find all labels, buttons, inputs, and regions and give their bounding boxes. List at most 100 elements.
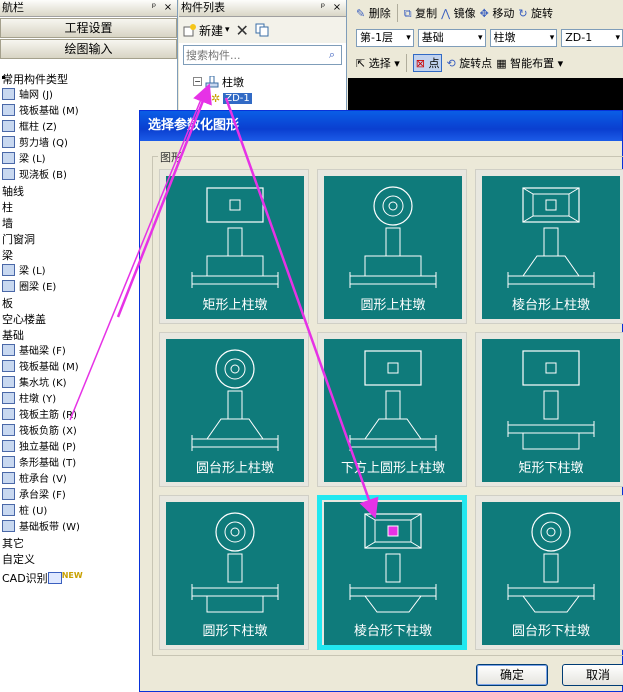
- tree-child-label: ZD-1: [223, 93, 252, 104]
- search-box: ⌕: [183, 45, 342, 65]
- component-icon: [2, 488, 15, 500]
- nav-item-label: 圈梁 (E): [19, 282, 57, 293]
- component-icon: [2, 104, 15, 116]
- shape-tile-body: 圆形上柱墩: [324, 176, 462, 319]
- select-shape-dialog: 选择参数化图形 矩形上柱墩 圆形上柱墩 棱台形上柱墩 圆台形上柱墩 下方上圆形上柱墩 矩形…: [139, 110, 623, 692]
- nav-item-label: 独立基础 (P): [19, 442, 77, 453]
- shape-group: 矩形上柱墩 圆形上柱墩 棱台形上柱墩圆台形上柱墩 下方上圆形上柱墩 矩形下柱墩圆形下柱墩…: [152, 156, 623, 656]
- nav-item-label: 柱墩 (Y): [19, 394, 57, 405]
- delete-label: 删除: [368, 6, 391, 20]
- copy-tool[interactable]: ⧉ 复制: [404, 5, 437, 21]
- nav-item-label: 筏板主筋 (R): [19, 410, 77, 421]
- comp-title: 构件列表: [181, 1, 225, 14]
- nav-item-label: 筏板基础 (M): [19, 106, 79, 117]
- toolbar-row-selectors: 第-1层 基础 柱墩 ZD-1: [348, 25, 623, 50]
- smart-layout-tool[interactable]: ▦ 智能布置 ▾: [496, 55, 563, 71]
- point-tool[interactable]: ⊠ 点: [412, 53, 443, 72]
- move-tool[interactable]: ✥ 移动: [480, 5, 515, 21]
- close-icon[interactable]: ×: [161, 0, 175, 16]
- shape-tile[interactable]: 棱台形上柱墩: [475, 169, 623, 324]
- shape-tile[interactable]: 下方上圆形上柱墩: [317, 332, 467, 487]
- nav-title: 航栏: [2, 1, 24, 14]
- nav-category[interactable]: 常用构件类型: [0, 72, 178, 88]
- shape-tile-body: 圆形下柱墩: [166, 502, 304, 645]
- component-icon: [2, 392, 15, 404]
- separator: [405, 53, 407, 72]
- toolbar-row-edit: ✎ 删除 ⧉ 复制 ⋀ 镜像 ✥ 移动 ↻ 旋转: [348, 0, 623, 25]
- copy-icon[interactable]: [255, 23, 269, 37]
- shape-tile[interactable]: 矩形上柱墩: [159, 169, 309, 324]
- nav-category-label: 板: [2, 297, 13, 310]
- delete-tool[interactable]: ✎ 删除: [356, 5, 391, 21]
- mirror-icon: ⋀: [441, 6, 451, 20]
- collapse-icon[interactable]: −: [193, 77, 202, 86]
- shape-label: 棱台形上柱墩: [511, 298, 590, 313]
- component-icon: [2, 280, 15, 292]
- component-icon: [2, 360, 15, 372]
- shape-tile[interactable]: 棱台形下柱墩: [317, 495, 467, 650]
- select-label: 选择: [368, 56, 391, 70]
- cancel-button[interactable]: 取消: [562, 664, 623, 686]
- rotate-tool[interactable]: ↻ 旋转: [518, 5, 553, 21]
- select-tool[interactable]: ⇱ 选择 ▾: [356, 55, 400, 71]
- nav-item[interactable]: 轴网 (J): [0, 88, 178, 104]
- shape-tile-body: 矩形上柱墩: [166, 176, 304, 319]
- shape-tile-body: 圆台形上柱墩: [166, 339, 304, 482]
- nav-item-label: 承台梁 (F): [19, 490, 66, 501]
- rotate-icon: ↻: [518, 6, 528, 20]
- mirror-tool[interactable]: ⋀ 镜像: [441, 5, 476, 21]
- tree-parent-label: 柱墩: [222, 75, 244, 89]
- column-pier-icon: [205, 75, 219, 87]
- rotate-point-icon: ⟲: [446, 56, 456, 70]
- search-input[interactable]: [184, 48, 323, 62]
- floor-select[interactable]: 第-1层: [356, 28, 414, 47]
- component-icon: [2, 168, 15, 180]
- toolbar-row-draw: ⇱ 选择 ▾ ⊠ 点 ⟲ 旋转点 ▦ 智能布置 ▾: [348, 50, 623, 75]
- new-label: 新建: [199, 23, 224, 38]
- delete-x-icon[interactable]: ✕: [236, 21, 249, 40]
- project-settings-button[interactable]: 工程设置: [0, 18, 177, 38]
- cursor-icon: ⇱: [356, 56, 366, 70]
- pin-icon[interactable]: ᵖ: [147, 0, 161, 16]
- shape-label: 圆台形上柱墩: [195, 461, 274, 476]
- component-tree: − 柱墩 ✲ ZD-1: [179, 67, 346, 107]
- nav-item-label: 筏板基础 (M): [19, 362, 79, 373]
- shape-tile-body: 矩形下柱墩: [482, 339, 620, 482]
- search-icon[interactable]: ⌕: [323, 48, 341, 62]
- component-icon: [2, 120, 15, 132]
- component-icon: [2, 88, 15, 100]
- type-select[interactable]: 柱墩: [489, 28, 558, 47]
- tree-node-parent[interactable]: − 柱墩: [193, 73, 346, 90]
- nav-item-label: 桩 (U): [19, 506, 48, 517]
- rotate-label: 旋转: [531, 6, 554, 20]
- shape-tile[interactable]: 圆台形上柱墩: [159, 332, 309, 487]
- nav-panel-title: 航栏 ᵖ ×: [0, 0, 177, 17]
- move-label: 移动: [492, 6, 515, 20]
- pin-icon[interactable]: ᵖ: [316, 0, 330, 16]
- tree-node-child[interactable]: ✲ ZD-1: [193, 90, 346, 107]
- component-icon: [2, 376, 15, 388]
- close-icon[interactable]: ×: [330, 0, 344, 16]
- draw-input-button[interactable]: 绘图输入: [0, 39, 177, 59]
- shape-tile[interactable]: 圆形上柱墩: [317, 169, 467, 324]
- component-select[interactable]: ZD-1: [561, 28, 623, 47]
- copy-icon: ⧉: [403, 6, 412, 20]
- nav-item-label: 集水坑 (K): [19, 378, 67, 389]
- component-icon: [2, 504, 15, 516]
- ok-button[interactable]: 确定: [476, 664, 548, 686]
- component-icon: [2, 472, 15, 484]
- gear-icon: ✲: [211, 92, 221, 105]
- rotate-point-tool[interactable]: ⟲ 旋转点: [446, 55, 492, 71]
- component-list-panel: 构件列表 ᵖ × 新建 ▾ ✕ ⌕ − 柱墩 ✲ ZD-1: [179, 0, 347, 120]
- shape-tile[interactable]: 矩形下柱墩: [475, 332, 623, 487]
- nav-category-label: 空心楼盖: [2, 313, 46, 326]
- shape-label: 棱台形下柱墩: [353, 624, 432, 639]
- new-button[interactable]: 新建 ▾: [183, 22, 230, 39]
- shape-tile[interactable]: 圆形下柱墩: [159, 495, 309, 650]
- nav-item-label: 现浇板 (B): [19, 170, 67, 181]
- shape-tile[interactable]: 圆台形下柱墩: [475, 495, 623, 650]
- new-icon: [183, 24, 196, 37]
- category-select[interactable]: 基础: [417, 28, 486, 47]
- layout-icon: ▦: [496, 56, 507, 70]
- nav-item-label: 梁 (L): [19, 154, 46, 165]
